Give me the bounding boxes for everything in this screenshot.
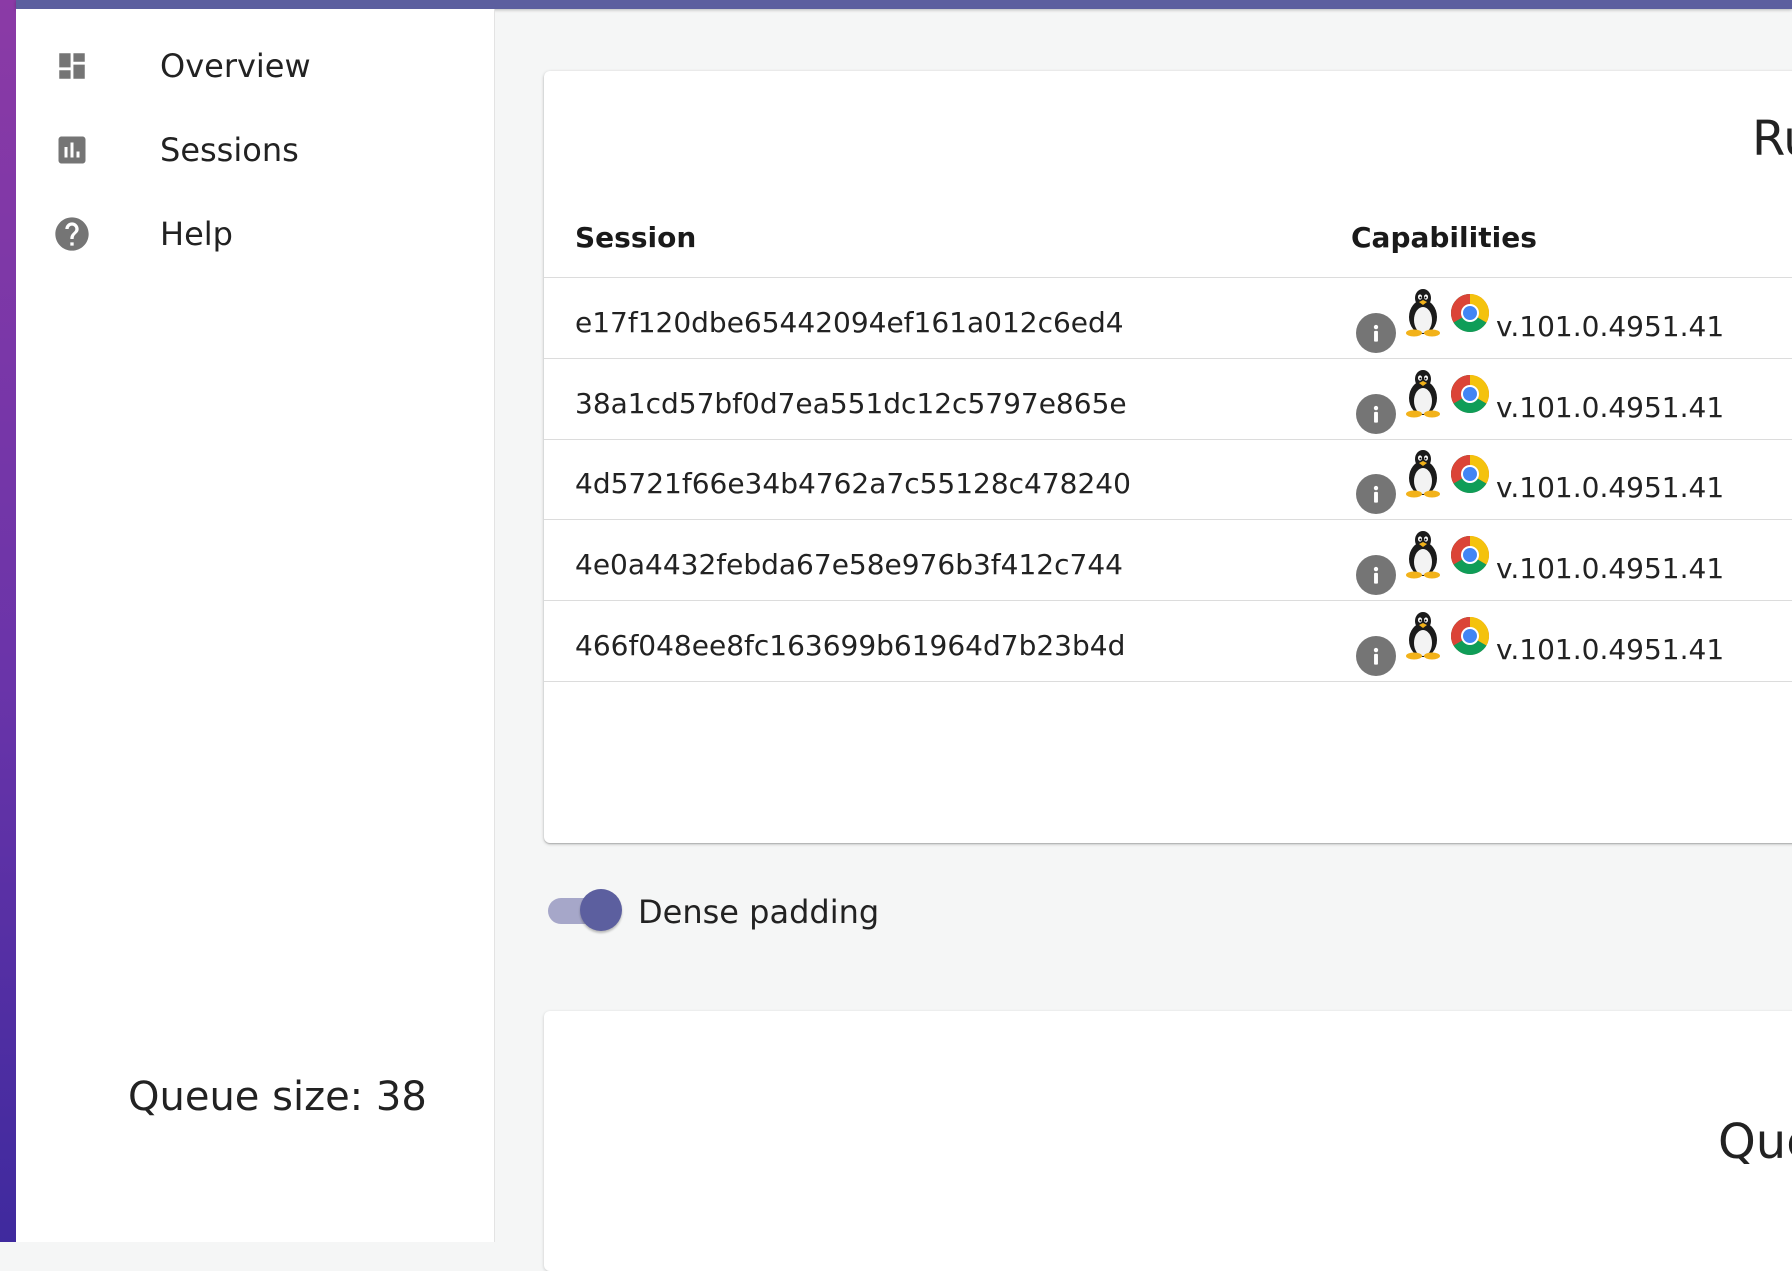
session-id: 38a1cd57bf0d7ea551dc12c5797e865e <box>575 386 1127 420</box>
queue-card: Que <box>544 1011 1792 1271</box>
session-id: 4d5721f66e34b4762a7c55128c478240 <box>575 467 1131 501</box>
chrome-icon <box>1451 616 1489 655</box>
sidebar-item-sessions[interactable]: Sessions <box>16 102 495 198</box>
column-header-capabilities[interactable]: Capabilities <box>1351 221 1537 254</box>
info-icon <box>1373 405 1379 423</box>
info-icon <box>1373 566 1379 584</box>
linux-icon <box>1406 611 1440 660</box>
queue-size: Queue size: 38 <box>128 1074 427 1120</box>
chrome-icon <box>1451 455 1489 494</box>
table-row: 4d5721f66e34b4762a7c55128c478240 v.101.0 <box>544 439 1792 521</box>
info-icon <box>1373 486 1379 504</box>
linux-icon <box>1406 450 1440 498</box>
browser-version: v.101.0.4951.41 <box>1496 471 1725 505</box>
dense-padding-toggle[interactable] <box>546 887 622 933</box>
table-row: 466f048ee8fc163699b61964d7b23b4d v.101.0 <box>544 601 1792 682</box>
session-id: e17f120dbe65442094ef161a012c6ed4 <box>575 306 1124 339</box>
chrome-icon <box>1451 536 1489 575</box>
table-row: 4e0a4432febda67e58e976b3f412c744 v.101.0 <box>544 520 1792 602</box>
linux-icon <box>1406 531 1440 579</box>
help-icon <box>52 214 92 254</box>
chrome-icon <box>1451 374 1489 413</box>
dashboard-icon <box>52 46 92 86</box>
info-button[interactable] <box>1356 635 1396 676</box>
running-sessions-card: Ru Session Capabilities e17f120dbe654420… <box>544 71 1792 843</box>
info-icon <box>1373 647 1379 665</box>
top-app-bar <box>16 0 1792 9</box>
dense-padding-label: Dense padding <box>638 893 880 931</box>
info-button[interactable] <box>1356 474 1396 515</box>
bar-chart-icon <box>52 130 92 170</box>
table-row: e17f120dbe65442094ef161a012c6ed4 v.101.0 <box>544 278 1792 359</box>
linux-icon <box>1406 369 1440 418</box>
browser-version: v.101.0.4951.41 <box>1496 552 1725 586</box>
info-button[interactable] <box>1356 555 1396 596</box>
desktop-background <box>0 0 16 1242</box>
card-title: Ru <box>1752 111 1792 167</box>
sidebar-item-overview[interactable]: Overview <box>16 18 495 114</box>
table-row: 38a1cd57bf0d7ea551dc12c5797e865e v.101.0 <box>544 359 1792 440</box>
sidebar-item-label: Overview <box>160 47 311 85</box>
session-id: 466f048ee8fc163699b61964d7b23b4d <box>575 628 1126 662</box>
chrome-icon <box>1451 294 1489 332</box>
browser-version: v.101.0.4951.41 <box>1496 390 1725 424</box>
card-title: Que <box>1718 1114 1792 1170</box>
browser-version: v.101.0.4951.41 <box>1496 310 1725 343</box>
linux-icon <box>1406 289 1440 337</box>
sidebar: Overview Sessions Help Queue size: 38 <box>16 9 495 1242</box>
sidebar-item-label: Sessions <box>160 131 299 169</box>
info-icon <box>1373 324 1379 342</box>
sidebar-item-help[interactable]: Help <box>16 186 495 282</box>
info-button[interactable] <box>1356 313 1396 353</box>
browser-version: v.101.0.4951.41 <box>1496 632 1725 666</box>
session-id: 4e0a4432febda67e58e976b3f412c744 <box>575 548 1123 582</box>
toggle-thumb <box>580 889 622 931</box>
main-content: Ru Session Capabilities e17f120dbe654420… <box>496 9 1792 1271</box>
sidebar-item-label: Help <box>160 215 233 253</box>
column-header-session[interactable]: Session <box>575 221 696 254</box>
info-button[interactable] <box>1356 393 1396 434</box>
